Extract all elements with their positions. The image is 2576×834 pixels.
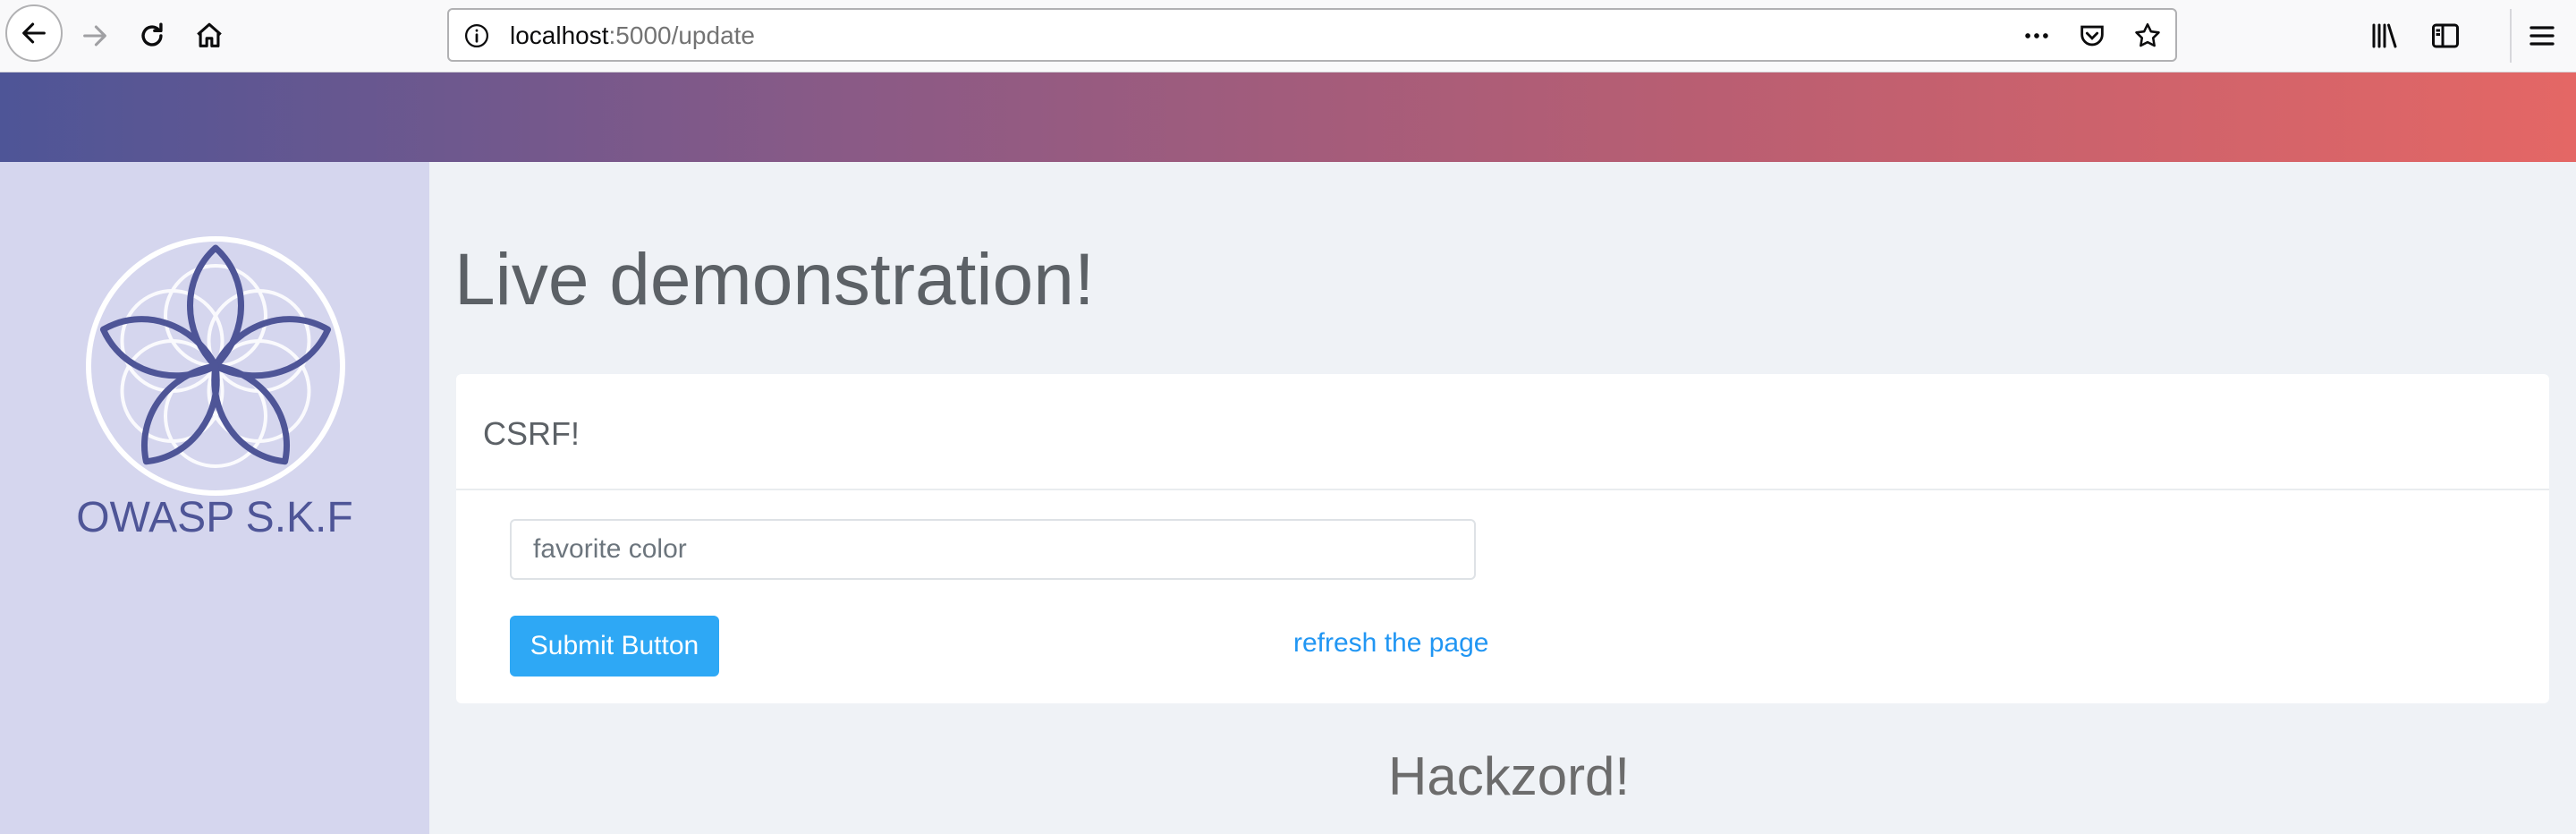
browser-toolbar: localhost:5000/update [0, 0, 2576, 72]
site-header [0, 72, 2576, 162]
card-header: CSRF! [456, 374, 2549, 490]
home-button[interactable] [191, 18, 227, 54]
home-icon [197, 22, 222, 47]
hackzord-heading: Hackzord! [1388, 746, 1631, 806]
owasp-skf-logo[interactable] [83, 234, 348, 498]
submit-button[interactable]: Submit Button [510, 616, 719, 677]
url-path: :5000/update [608, 21, 756, 49]
forward-button[interactable] [77, 18, 113, 54]
right-tools [2367, 18, 2560, 54]
reload-icon [141, 22, 163, 47]
more-dots-icon[interactable] [2021, 21, 2052, 51]
url-actions [2021, 21, 2163, 51]
reload-button[interactable] [134, 18, 170, 54]
card-title: CSRF! [483, 415, 580, 452]
brand-name: OWASP S.K.F [76, 494, 353, 541]
csrf-card: CSRF! Submit Button refresh the page [456, 374, 2549, 703]
url-text[interactable]: localhost:5000/update [510, 21, 755, 50]
back-arrow-icon [22, 22, 46, 44]
library-icon[interactable] [2367, 18, 2402, 54]
url-host: localhost [510, 21, 609, 49]
info-icon[interactable] [463, 22, 490, 49]
sidebar-icon[interactable] [2428, 18, 2463, 54]
favorite-color-input[interactable] [510, 519, 1476, 580]
page-title: Live demonstration! [454, 239, 1095, 320]
url-bar[interactable]: localhost:5000/update [447, 8, 2177, 62]
back-button[interactable] [5, 4, 63, 62]
pocket-icon[interactable] [2077, 21, 2107, 51]
hamburger-menu-icon[interactable] [2524, 18, 2560, 54]
sidebar: OWASP S.K.F [0, 162, 429, 834]
bookmark-star-icon[interactable] [2132, 21, 2163, 51]
forward-arrow-icon [83, 25, 106, 47]
refresh-page-link[interactable]: refresh the page [1293, 628, 1488, 659]
